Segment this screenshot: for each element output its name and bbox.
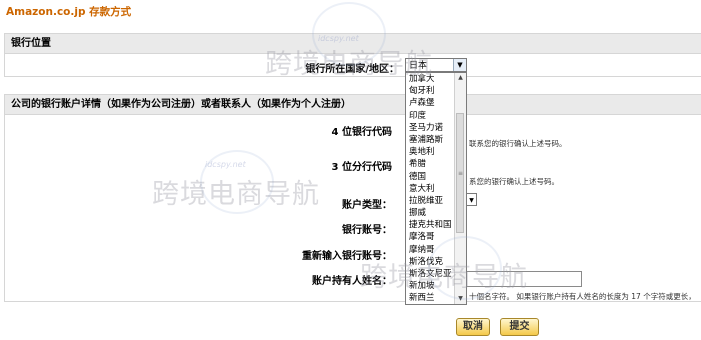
page-title: Amazon.co.jp 存款方式 [6, 6, 132, 18]
bank-details-header: 公司的银行账户详情（如果作为公司注册）或者联系人（如果作为个人注册） [5, 95, 701, 115]
submit-button[interactable]: 提交 [500, 318, 539, 336]
dropdown-option[interactable]: 拉脱维亚 [406, 195, 456, 207]
arrow-up-icon[interactable]: ▲ [455, 73, 466, 83]
chevron-down-icon[interactable]: ▼ [453, 59, 466, 71]
bank-code-label: 4 位银行代码 [331, 127, 392, 138]
branch-code-label: 3 位分行代码 [331, 162, 392, 173]
dropdown-option[interactable]: 捷克共和国 [406, 219, 456, 231]
account-type-label: 账户类型： [342, 200, 392, 211]
dropdown-option[interactable]: 挪威 [406, 207, 456, 219]
dropdown-option[interactable]: 德国 [406, 171, 456, 183]
watermark-text: 跨境电商导航 [265, 49, 433, 80]
dropdown-option[interactable]: 圣马力诺 [406, 122, 456, 134]
cancel-button[interactable]: 取消 [456, 318, 490, 336]
branch-code-hint: 系您的银行确认上述号码。 [469, 177, 559, 186]
account-type-select-arrow[interactable]: ▼ [467, 193, 477, 206]
dropdown-option[interactable]: 塞浦路斯 [406, 134, 456, 146]
dropdown-option[interactable]: 印度 [406, 110, 456, 122]
scroll-thumb[interactable]: ≡ [456, 113, 464, 233]
account-number-label: 银行账号： [342, 225, 392, 236]
dropdown-option[interactable]: 意大利 [406, 183, 456, 195]
watermark-text: 跨境电商导航 [360, 262, 528, 293]
grip-icon: ≡ [458, 170, 464, 177]
dropdown-option[interactable]: 奥地利 [406, 146, 456, 158]
watermark-text: 跨境电商导航 [152, 179, 320, 210]
dropdown-option[interactable]: 匈牙利 [406, 85, 456, 97]
bank-code-hint: 联系您的银行确认上述号码。 [469, 139, 567, 148]
watermark-site: idcspy.net [205, 160, 246, 169]
dropdown-option[interactable]: 希腊 [406, 158, 456, 170]
dropdown-option[interactable]: 卢森堡 [406, 97, 456, 109]
